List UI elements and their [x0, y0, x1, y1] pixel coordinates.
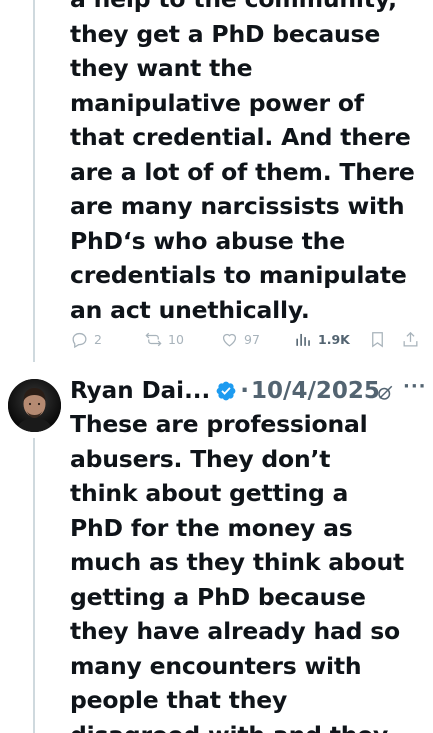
- tweet-1-line: PhD‘s who abuse the: [70, 226, 345, 255]
- thread-view: a help to the community, they get a PhD …: [0, 0, 433, 733]
- grok-icon[interactable]: [376, 382, 394, 400]
- reply-count: 2: [94, 332, 102, 347]
- tweet-1-line: they get a PhD because: [70, 19, 381, 48]
- reply-button[interactable]: 2: [70, 330, 102, 349]
- tweet-1-action-bar: 2 10 97 1.9K: [70, 328, 426, 354]
- tweet-2-text: These are professional abusers. They don…: [70, 407, 427, 733]
- tweet-2-line: they have already had so: [70, 617, 400, 645]
- tweet-1-line: they want the: [70, 54, 253, 82]
- avatar[interactable]: [8, 379, 61, 432]
- tweet-2-header: Ryan Dai... · 10/4/2025 ···: [70, 374, 426, 408]
- tweet-2-line: PhD for the money as: [70, 513, 353, 542]
- bookmark-button[interactable]: [368, 330, 387, 349]
- views-count: 1.9K: [318, 332, 350, 347]
- tweet-2-line: much as they think about: [70, 548, 405, 576]
- tweet-1-text: a help to the community, they get a PhD …: [70, 0, 427, 327]
- repost-button[interactable]: 10: [144, 330, 184, 349]
- share-icon: [403, 331, 418, 347]
- thread-connector-line: [33, 438, 35, 733]
- thread-connector-line: [33, 0, 35, 362]
- tweet-2-line: disagreed with and they: [70, 718, 427, 733]
- repost-icon: [145, 332, 162, 347]
- bookmark-icon: [372, 332, 383, 348]
- tweet-1-line: an act unethically.: [70, 295, 310, 324]
- tweet-date[interactable]: 10/4/2025: [251, 378, 380, 404]
- tweet-1-line: are many narcissists with: [70, 192, 405, 220]
- avatar-image: [8, 379, 61, 432]
- author-name[interactable]: Ryan Dai...: [70, 378, 210, 404]
- tweet-2-line: These are professional: [70, 410, 368, 438]
- reply-icon: [72, 332, 87, 349]
- views-icon: [296, 333, 310, 346]
- tweet-2-line: getting a PhD because: [70, 582, 366, 611]
- tweet-1-line: that credential. And there: [70, 123, 411, 151]
- repost-count: 10: [168, 332, 184, 347]
- verified-badge-icon: [215, 380, 237, 402]
- tweet-2-line: abusers. They don’t: [70, 444, 331, 473]
- tweet-1-line: a help to the community,: [70, 0, 427, 17]
- views-button[interactable]: 1.9K: [294, 330, 350, 349]
- heart-icon: [222, 333, 237, 347]
- more-options-button[interactable]: ···: [403, 376, 427, 397]
- tweet-2-line: many encounters with: [70, 651, 362, 680]
- tweet-1-line: credentials to manipulate: [70, 261, 407, 289]
- header-separator: ·: [240, 378, 250, 404]
- tweet-2-line: people that they: [70, 686, 288, 714]
- like-button[interactable]: 97: [220, 330, 260, 349]
- tweet-1-line: are a lot of of them. There: [70, 157, 415, 186]
- tweet-1-line: manipulative power of: [70, 88, 364, 117]
- like-count: 97: [244, 332, 260, 347]
- tweet-2-line: think about getting a: [70, 479, 349, 507]
- share-button[interactable]: [401, 330, 420, 349]
